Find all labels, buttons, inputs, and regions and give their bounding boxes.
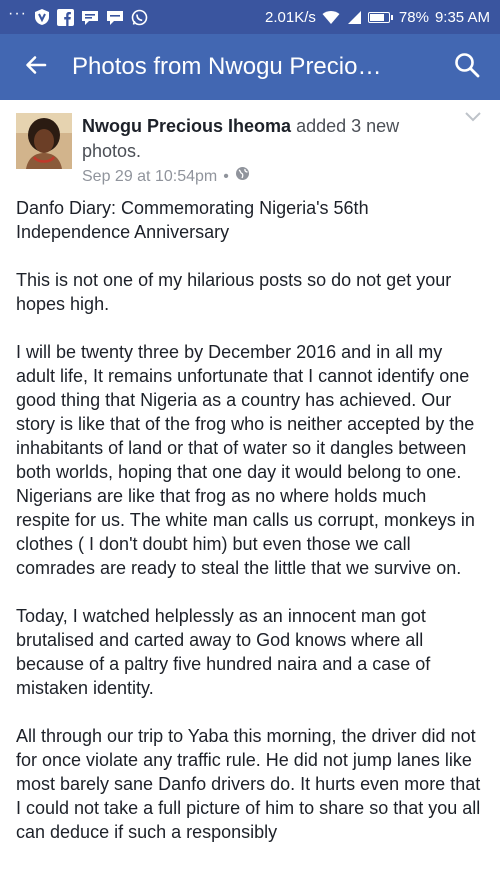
post-options-button[interactable]	[464, 110, 482, 128]
vpn-shield-icon	[34, 8, 50, 26]
battery-percent: 78%	[398, 8, 429, 26]
search-icon	[454, 52, 480, 83]
author-name[interactable]: Nwogu Precious Iheoma	[82, 116, 291, 136]
back-arrow-icon	[24, 53, 48, 82]
facebook-icon	[56, 8, 74, 26]
network-speed: 2.01K/s	[265, 8, 316, 26]
post-paragraph: This is not one of my hilarious posts so…	[16, 270, 452, 314]
battery-icon	[367, 11, 393, 23]
whatsapp-icon	[131, 9, 148, 26]
post-content[interactable]: Nwogu Precious Iheoma added 3 new photos…	[0, 100, 500, 888]
post-meta: Sep 29 at 10:54pm •	[82, 166, 447, 188]
post-paragraph: Today, I watched helplessly as an innoce…	[16, 606, 431, 698]
page-title: Photos from Nwogu Precio…	[72, 53, 382, 80]
meta-separator: •	[223, 168, 229, 185]
post-header: Nwogu Precious Iheoma added 3 new photos…	[0, 100, 500, 196]
clock: 9:35 AM	[434, 8, 490, 26]
post-paragraph: Danfo Diary: Commemorating Nigeria's 56t…	[16, 198, 369, 242]
search-button[interactable]	[434, 34, 500, 100]
chevron-down-icon	[464, 110, 482, 127]
avatar[interactable]	[16, 113, 72, 169]
back-button[interactable]	[0, 34, 72, 100]
more-notifications-icon: ···	[8, 5, 27, 22]
wifi-icon	[322, 10, 340, 25]
post-timestamp[interactable]: Sep 29 at 10:54pm	[82, 166, 217, 188]
post-header-text: Nwogu Precious Iheoma added 3 new photos…	[82, 114, 447, 188]
message-icon	[81, 9, 99, 26]
signal-icon	[346, 10, 362, 25]
post-paragraph: All through our trip to Yaba this mornin…	[16, 726, 481, 842]
globe-icon	[235, 166, 250, 188]
app-bar: Photos from Nwogu Precio…	[0, 34, 500, 100]
chat-icon	[106, 9, 124, 26]
status-bar: ··· 2.01K/s 78% 9:35 AM	[0, 0, 500, 34]
post-body: Danfo Diary: Commemorating Nigeria's 56t…	[0, 196, 500, 844]
post-paragraph: I will be twenty three by December 2016 …	[16, 342, 475, 578]
